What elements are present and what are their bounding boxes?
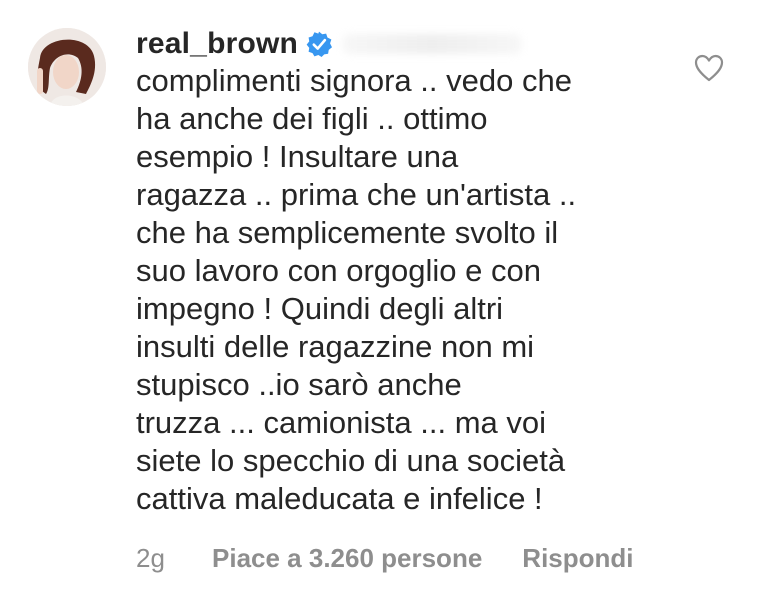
comment-body: real_brown complimenti signora .. vedo c… bbox=[136, 22, 696, 518]
avatar[interactable] bbox=[28, 28, 106, 106]
verified-badge-icon bbox=[306, 31, 333, 57]
reply-button[interactable]: Rispondi bbox=[522, 543, 633, 574]
username-link[interactable]: real_brown bbox=[136, 27, 298, 61]
comment-time: 2g bbox=[136, 543, 165, 573]
comment-header: real_brown bbox=[136, 22, 696, 66]
heart-outline-icon[interactable] bbox=[694, 54, 724, 82]
comment-meta: 2g Piace a 3.260 persone Rispondi bbox=[136, 543, 634, 574]
comment: real_brown complimenti signora .. vedo c… bbox=[0, 0, 767, 599]
comment-text: complimenti signora .. vedo che ha anche… bbox=[136, 63, 577, 516]
likes-count-button[interactable]: Piace a 3.260 persone bbox=[212, 543, 482, 574]
blurred-name bbox=[342, 34, 523, 54]
